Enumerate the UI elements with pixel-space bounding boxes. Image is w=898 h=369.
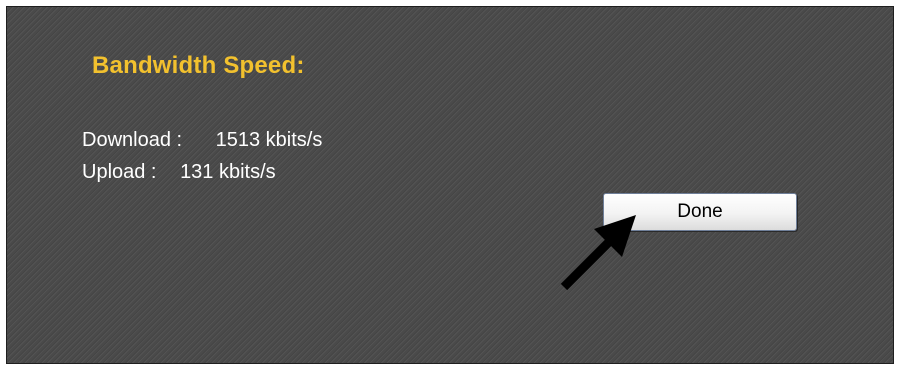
panel-title: Bandwidth Speed:	[92, 52, 305, 79]
upload-label: Upload :	[82, 161, 157, 183]
download-label: Download :	[82, 129, 183, 151]
download-speed-row: Download : 1513 kbits/s	[82, 129, 322, 151]
upload-speed-row: Upload : 131 kbits/s	[82, 161, 276, 183]
upload-value: 131 kbits/s	[180, 161, 276, 183]
bandwidth-speed-panel: Bandwidth Speed: Download : 1513 kbits/s…	[6, 6, 894, 364]
download-value: 1513 kbits/s	[215, 129, 323, 151]
arrow-pointer-icon	[560, 215, 636, 291]
